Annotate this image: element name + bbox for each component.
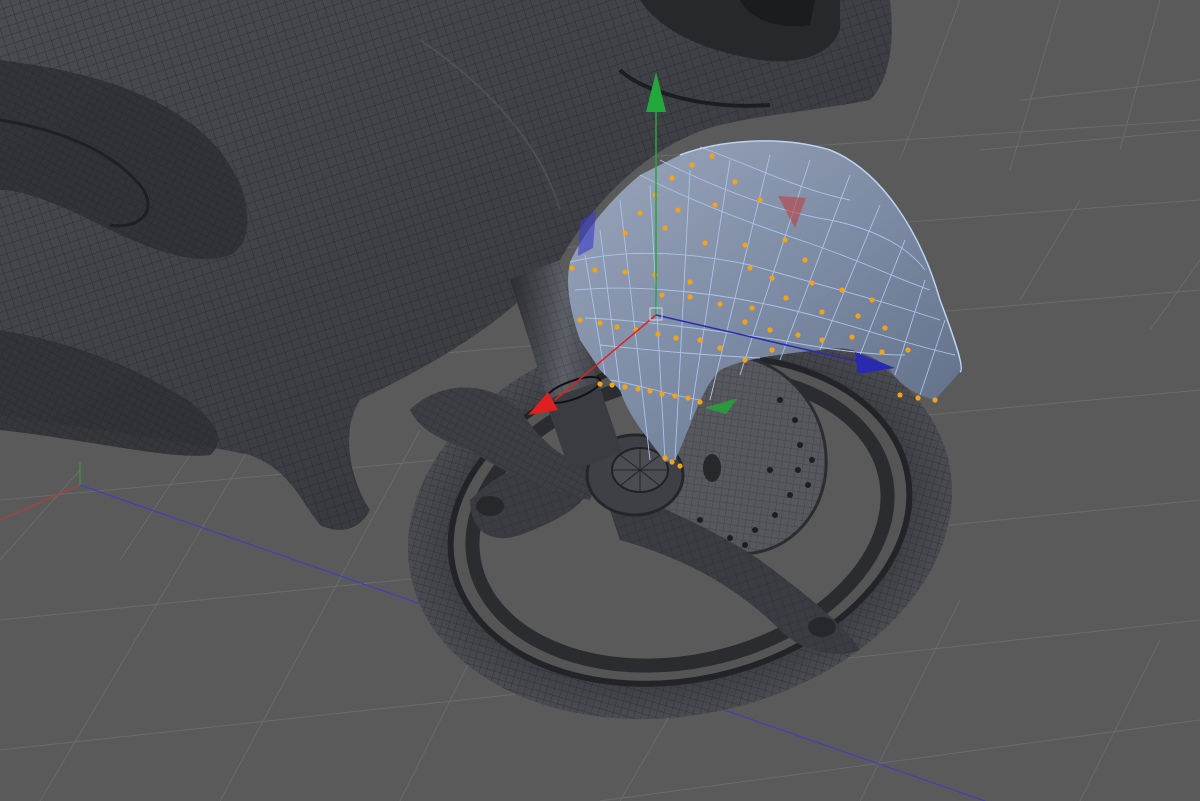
3d-viewport[interactable]: [0, 0, 1200, 801]
viewport-canvas[interactable]: [0, 0, 1200, 801]
